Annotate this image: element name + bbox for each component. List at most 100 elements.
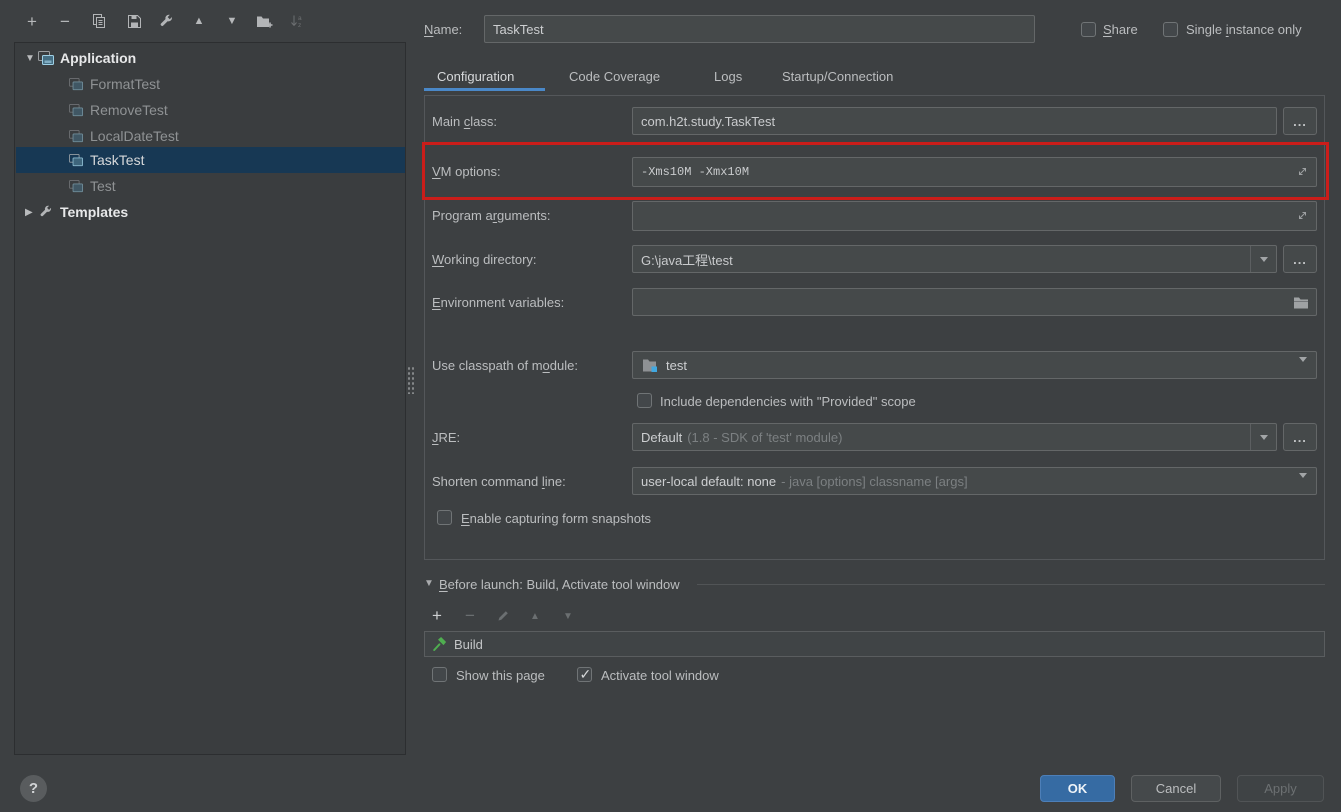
use-classpath-label: Use classpath of module: (432, 358, 578, 373)
name-input[interactable] (484, 15, 1035, 43)
move-up-button[interactable]: ▲ (188, 11, 210, 31)
plus-icon: + (27, 13, 37, 30)
vm-options-field[interactable]: -Xms10M -Xmx10M (632, 157, 1317, 187)
tab-code-coverage[interactable]: Code Coverage (569, 69, 660, 84)
jre-hint: (1.8 - SDK of 'test' module) (687, 430, 842, 445)
tree-group-label: Application (60, 50, 136, 66)
copy-configuration-button[interactable] (88, 11, 110, 31)
cancel-button[interactable]: Cancel (1131, 775, 1221, 802)
tree-item-tasktest-selected[interactable]: TaskTest (16, 147, 405, 173)
triangle-down-icon: ▼ (563, 611, 573, 622)
program-arguments-field[interactable] (632, 201, 1317, 231)
shorten-command-line-combobox[interactable]: user-local default: none - java [options… (632, 467, 1317, 495)
main-class-field[interactable]: com.h2t.study.TaskTest (632, 107, 1277, 135)
application-icon (67, 102, 85, 118)
jre-label: JRE: (432, 430, 460, 445)
minus-icon: − (60, 13, 70, 30)
copy-icon (92, 13, 107, 29)
jre-value: Default (641, 430, 682, 445)
browse-folder-icon[interactable] (1293, 296, 1309, 312)
expand-field-icon[interactable] (1296, 165, 1309, 181)
svg-text:a: a (298, 15, 302, 22)
before-launch-title: Before launch: Build, Activate tool wind… (439, 577, 680, 592)
tree-item-label: FormatTest (90, 76, 160, 92)
share-checkbox-label[interactable]: Share (1103, 22, 1138, 37)
pencil-icon (496, 609, 510, 623)
tree-item-formattest[interactable]: FormatTest (16, 71, 405, 97)
single-instance-checkbox[interactable] (1163, 22, 1178, 37)
tab-logs[interactable]: Logs (714, 69, 742, 84)
working-directory-browse-button[interactable]: ... (1283, 245, 1317, 273)
tree-item-localdatetest[interactable]: LocalDateTest (16, 123, 405, 149)
working-directory-value: G:\java工程\test (641, 250, 733, 269)
dropdown-arrow-icon[interactable] (1250, 246, 1276, 272)
tree-group-application[interactable]: ▼ Application (16, 45, 405, 71)
dropdown-arrow-icon[interactable] (1299, 478, 1307, 493)
expand-field-icon[interactable] (1296, 209, 1309, 225)
show-this-page-checkbox[interactable] (432, 667, 447, 682)
before-launch-collapse-icon[interactable]: ▼ (424, 578, 434, 589)
edit-defaults-button[interactable] (155, 11, 177, 31)
application-icon (67, 76, 85, 92)
before-launch-separator (697, 584, 1325, 585)
help-button[interactable]: ? (20, 775, 47, 802)
before-launch-task-build[interactable]: Build (424, 631, 1325, 657)
dropdown-arrow-icon[interactable] (1250, 424, 1276, 450)
folder-add-icon (256, 14, 273, 29)
share-checkbox[interactable] (1081, 22, 1096, 37)
add-configuration-button[interactable]: + (21, 11, 43, 31)
hammer-icon (431, 636, 449, 652)
tree-item-label: Test (90, 178, 116, 194)
tab-configuration[interactable]: Configuration (437, 69, 514, 84)
tree-item-label: TaskTest (90, 152, 144, 168)
question-mark-icon: ? (29, 780, 38, 797)
run-debug-configurations-dialog: + − ▲ ▼ a z ▼ (0, 0, 1341, 812)
tree-item-test[interactable]: Test (16, 173, 405, 199)
enable-snapshots-checkbox-label[interactable]: Enable capturing form snapshots (461, 511, 651, 526)
jre-combobox[interactable]: Default (1.8 - SDK of 'test' module) (632, 423, 1277, 451)
collapse-arrow-icon[interactable]: ▼ (25, 53, 37, 64)
show-this-page-checkbox-label[interactable]: Show this page (456, 668, 545, 683)
sort-az-icon: a z (289, 13, 305, 29)
jre-browse-button[interactable]: ... (1283, 423, 1317, 451)
triangle-up-icon: ▲ (194, 16, 205, 27)
include-provided-checkbox-label[interactable]: Include dependencies with "Provided" sco… (660, 394, 916, 409)
active-tab-indicator (424, 88, 545, 91)
environment-variables-field[interactable] (632, 288, 1317, 316)
move-down-button[interactable]: ▼ (221, 11, 243, 31)
activate-tool-window-checkbox[interactable] (577, 667, 592, 682)
module-icon (641, 357, 659, 373)
working-directory-label: Working directory: (432, 252, 537, 267)
application-icon (67, 152, 85, 168)
dropdown-arrow-icon[interactable] (1299, 362, 1307, 377)
before-launch-add-button[interactable]: + (426, 606, 448, 626)
plus-icon: + (432, 606, 442, 626)
include-provided-checkbox[interactable] (637, 393, 652, 408)
tree-item-label: RemoveTest (90, 102, 168, 118)
panel-splitter-handle[interactable] (407, 366, 416, 394)
enable-snapshots-checkbox[interactable] (437, 510, 452, 525)
activate-tool-window-checkbox-label[interactable]: Activate tool window (601, 668, 719, 683)
minus-icon: − (465, 606, 475, 626)
svg-text:z: z (298, 22, 301, 29)
tree-item-label: LocalDateTest (90, 128, 179, 144)
save-configuration-button[interactable] (123, 11, 145, 31)
apply-button-disabled: Apply (1237, 775, 1324, 802)
vm-options-value: -Xms10M -Xmx10M (641, 165, 749, 179)
main-class-label: Main class: (432, 114, 497, 129)
remove-configuration-button[interactable]: − (54, 11, 76, 31)
triangle-up-icon: ▲ (530, 611, 540, 622)
use-classpath-value: test (666, 358, 687, 373)
vm-options-label: VM options: (432, 164, 501, 179)
use-classpath-combobox[interactable]: test (632, 351, 1317, 379)
create-folder-button[interactable] (253, 11, 275, 31)
ok-button[interactable]: OK (1040, 775, 1115, 802)
single-instance-checkbox-label[interactable]: Single instance only (1186, 22, 1302, 37)
working-directory-combobox[interactable]: G:\java工程\test (632, 245, 1277, 273)
tree-group-templates[interactable]: ▶ Templates (16, 199, 405, 225)
expand-arrow-icon[interactable]: ▶ (25, 207, 37, 218)
tree-item-removetest[interactable]: RemoveTest (16, 97, 405, 123)
tab-startup-connection[interactable]: Startup/Connection (782, 69, 893, 84)
environment-variables-label: Environment variables: (432, 295, 564, 310)
main-class-browse-button[interactable]: ... (1283, 107, 1317, 135)
